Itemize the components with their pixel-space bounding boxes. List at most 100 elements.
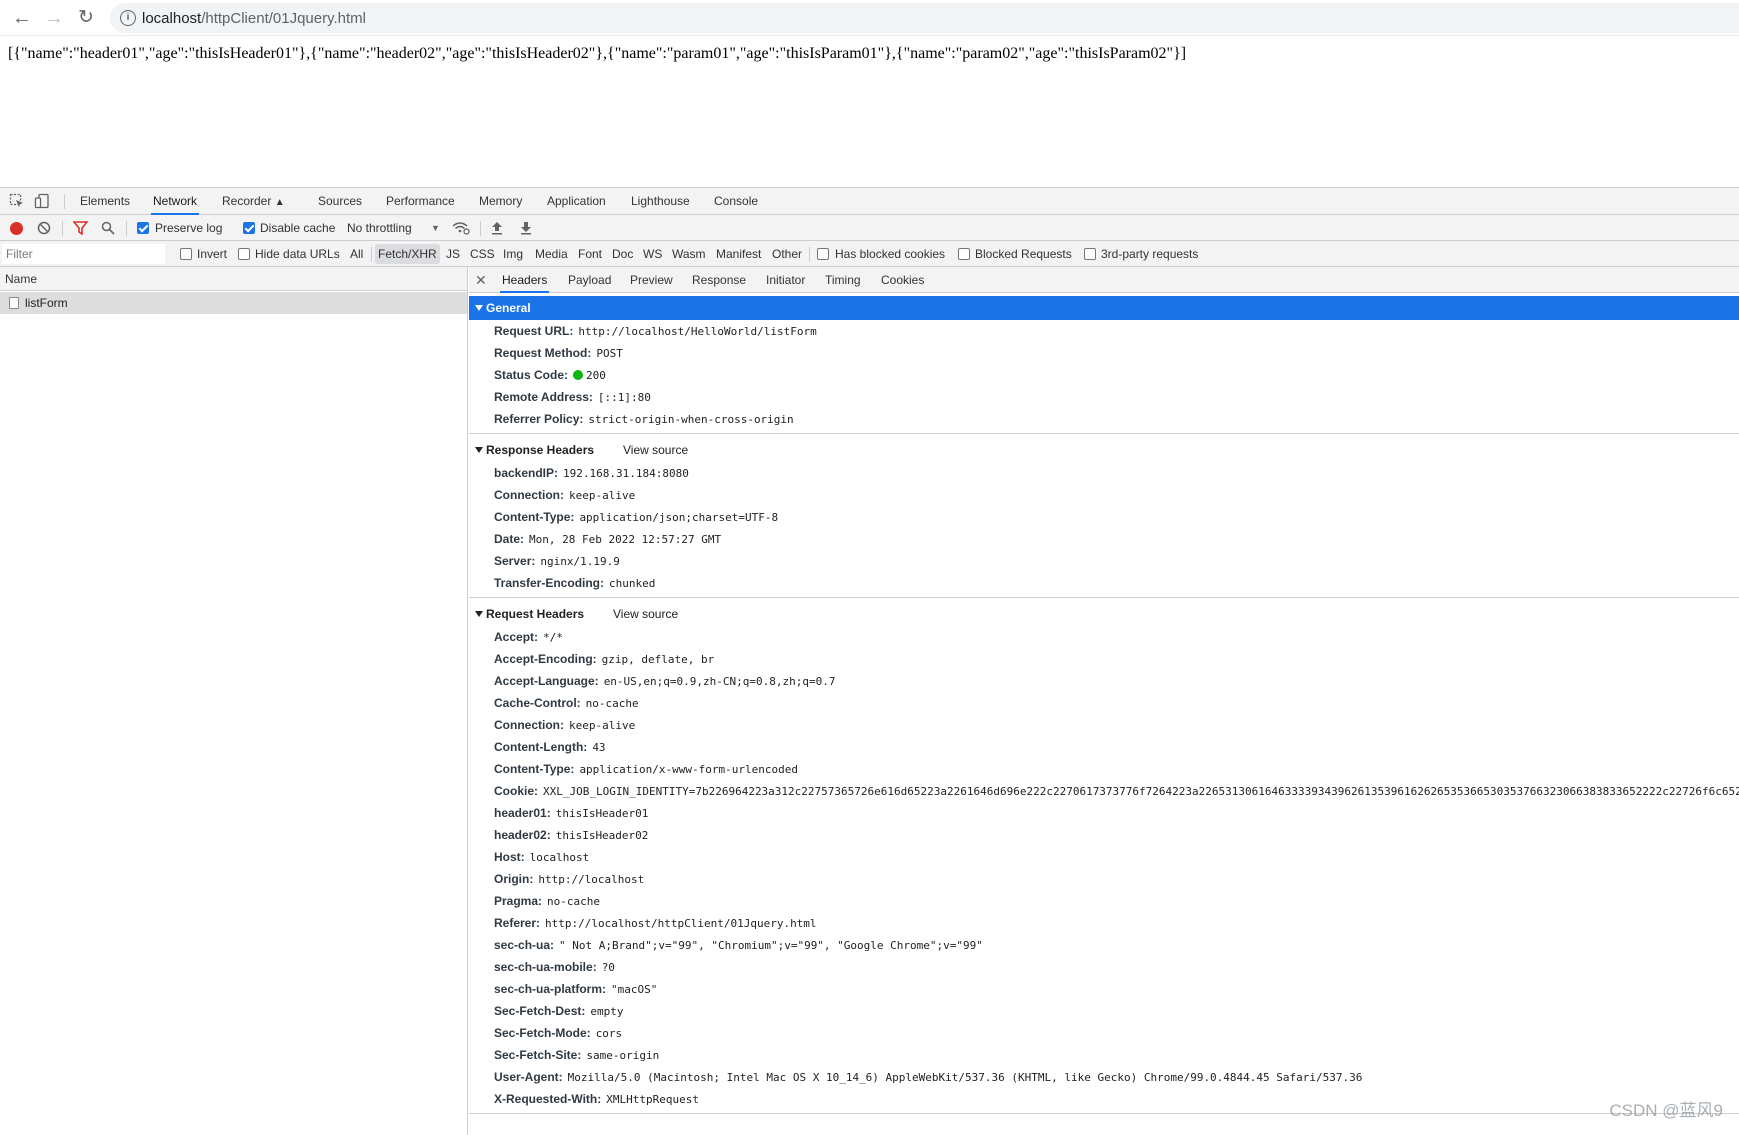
throttling-value: No throttling [347, 221, 412, 235]
detail-tab-initiator[interactable]: Initiator [766, 267, 805, 293]
tab-recorder[interactable]: Recorder ▲ [220, 188, 287, 215]
view-source-link[interactable]: View source [623, 438, 688, 462]
divider [809, 247, 810, 262]
header-value: application/x-www-form-urlencoded [579, 763, 798, 776]
header-value: chunked [609, 577, 656, 590]
header-key: Referrer Policy: [494, 412, 584, 426]
network-conditions-icon[interactable] [452, 221, 470, 235]
has-blocked-cookies-label: Has blocked cookies [835, 247, 946, 261]
filter-type-other[interactable]: Other [769, 244, 805, 264]
has-blocked-cookies-checkbox[interactable] [817, 248, 829, 260]
header-key: Cookie: [494, 784, 539, 798]
general-row: Request Method: POST [494, 342, 623, 364]
close-icon[interactable]: ✕ [475, 267, 487, 293]
name-column-header[interactable]: Name [0, 267, 467, 291]
blocked-requests-checkbox[interactable] [958, 248, 970, 260]
response-headers-title: Response Headers [486, 443, 595, 457]
general-section-header[interactable]: General [469, 296, 1739, 320]
tab-memory[interactable]: Memory [477, 188, 524, 215]
detail-tab-response[interactable]: Response [692, 267, 746, 293]
import-har-icon[interactable] [491, 221, 503, 235]
chevron-down-icon[interactable]: ▼ [431, 215, 440, 241]
record-icon[interactable] [10, 222, 23, 235]
search-icon[interactable] [101, 221, 115, 235]
tab-network[interactable]: Network [151, 188, 200, 215]
tab-console[interactable]: Console [712, 188, 760, 215]
tab-recorder-label: Recorder [222, 194, 272, 208]
back-arrow-icon[interactable]: ← [10, 6, 34, 30]
request-header-row: header02: thisIsHeader02 [494, 824, 648, 846]
view-source-link[interactable]: View source [613, 602, 678, 626]
filter-type-doc[interactable]: Doc [609, 244, 636, 264]
throttling-select[interactable]: No throttling [347, 215, 412, 241]
header-value: keep-alive [569, 719, 636, 732]
clear-icon[interactable] [37, 221, 51, 235]
tab-lighthouse[interactable]: Lighthouse [629, 188, 692, 215]
filter-type-fetch-xhr[interactable]: Fetch/XHR [375, 244, 440, 264]
filter-type-media[interactable]: Media [532, 244, 571, 264]
third-party-label: 3rd-party requests [1101, 247, 1199, 261]
request-headers-section-header[interactable]: Request Headers View source [469, 602, 1739, 626]
request-row[interactable]: listForm [0, 292, 467, 314]
inspect-element-icon[interactable] [9, 193, 25, 209]
header-value: cors [595, 1027, 623, 1040]
filter-type-wasm[interactable]: Wasm [669, 244, 709, 264]
url-text[interactable]: localhost/httpClient/01Jquery.html [142, 10, 366, 27]
header-key: sec-ch-ua-platform: [494, 982, 607, 996]
response-header-row: Connection: keep-alive [494, 484, 635, 506]
tab-sources[interactable]: Sources [316, 188, 364, 215]
hide-data-urls-checkbox[interactable] [238, 248, 250, 260]
filter-icon[interactable] [73, 221, 88, 235]
header-key: Cache-Control: [494, 696, 581, 710]
header-value: localhost [529, 851, 590, 864]
disable-cache-checkbox[interactable] [243, 222, 255, 234]
site-info-icon[interactable]: i [120, 10, 136, 26]
invert-checkbox[interactable] [180, 248, 192, 260]
filter-type-all[interactable]: All [347, 244, 366, 264]
filter-input[interactable]: Filter [2, 244, 165, 264]
header-value: no-cache [547, 895, 601, 908]
header-value: 43 [592, 741, 606, 754]
response-headers-section-header[interactable]: Response Headers View source [469, 438, 1739, 462]
filter-type-font[interactable]: Font [575, 244, 605, 264]
third-party-checkbox[interactable] [1084, 248, 1096, 260]
detail-tab-timing[interactable]: Timing [825, 267, 861, 293]
response-header-row: Date: Mon, 28 Feb 2022 12:57:27 GMT [494, 528, 721, 550]
request-header-row: X-Requested-With: XMLHttpRequest [494, 1088, 699, 1110]
filter-type-css[interactable]: CSS [467, 244, 498, 264]
filter-type-manifest[interactable]: Manifest [713, 244, 764, 264]
blocked-requests-label: Blocked Requests [975, 247, 1072, 261]
section-divider [469, 1113, 1739, 1114]
request-header-row: header01: thisIsHeader01 [494, 802, 648, 824]
tab-elements[interactable]: Elements [78, 188, 132, 215]
forward-arrow-icon[interactable]: → [42, 6, 66, 30]
detail-tab-payload[interactable]: Payload [568, 267, 611, 293]
request-header-row: Referer: http://localhost/httpClient/01Jq… [494, 912, 817, 934]
general-row: Remote Address: [::1]:80 [494, 386, 651, 408]
device-toolbar-icon[interactable] [34, 193, 50, 209]
file-icon [9, 297, 19, 309]
header-value: 192.168.31.184:8080 [563, 467, 689, 480]
detail-tab-headers[interactable]: Headers [500, 267, 550, 293]
address-bar[interactable]: i localhost/httpClient/01Jquery.html [110, 3, 1739, 33]
request-list: Name listForm [0, 267, 468, 1135]
tab-application[interactable]: Application [545, 188, 608, 215]
header-key: Request Method: [494, 346, 592, 360]
export-har-icon[interactable] [520, 221, 532, 235]
filter-type-img[interactable]: Img [500, 244, 526, 264]
preserve-log-checkbox[interactable] [137, 222, 149, 234]
detail-tab-cookies[interactable]: Cookies [881, 267, 924, 293]
header-key: sec-ch-ua: [494, 938, 555, 952]
reload-icon[interactable]: ↻ [74, 6, 98, 30]
request-header-row: Sec-Fetch-Dest: empty [494, 1000, 623, 1022]
request-name: listForm [25, 296, 68, 310]
header-value: nginx/1.19.9 [540, 555, 620, 568]
header-value: gzip, deflate, br [601, 653, 715, 666]
detail-tab-preview[interactable]: Preview [630, 267, 673, 293]
header-value: application/json;charset=UTF-8 [579, 511, 779, 524]
filter-type-ws[interactable]: WS [640, 244, 665, 264]
tab-performance[interactable]: Performance [384, 188, 457, 215]
request-header-row: Content-Type: application/x-www-form-urle… [494, 758, 798, 780]
request-header-row: Origin: http://localhost [494, 868, 644, 890]
filter-type-js[interactable]: JS [443, 244, 463, 264]
